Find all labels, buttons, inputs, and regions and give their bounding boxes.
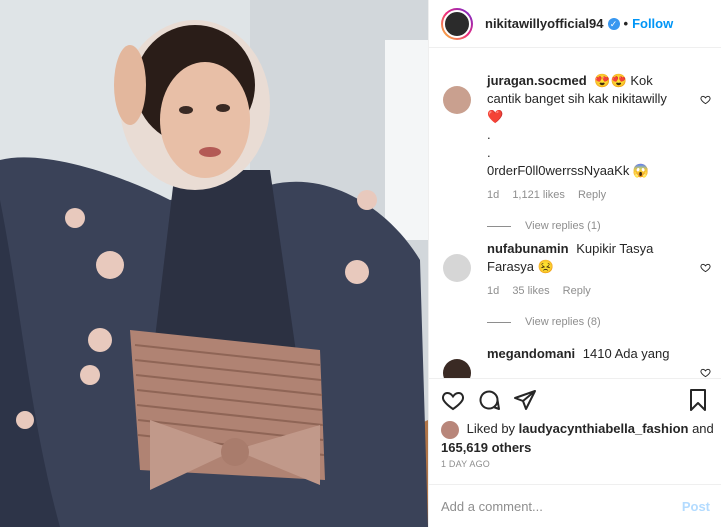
add-comment-bar: Add a comment... Post [429, 484, 721, 527]
comment-meta: 1d 35 likes Reply [487, 282, 687, 300]
share-paper-plane-icon[interactable] [513, 388, 537, 412]
post-actions [429, 378, 721, 420]
commenter-avatar[interactable] [443, 359, 471, 378]
like-comment-heart-icon[interactable] [700, 367, 711, 378]
comment-text-dot: . [487, 127, 491, 142]
comment-likes[interactable]: 35 likes [512, 285, 549, 297]
post-photo[interactable] [0, 0, 428, 527]
liked-by-user[interactable]: laudyacynthiabella_fashion [519, 421, 689, 436]
save-bookmark-icon[interactable] [686, 388, 710, 412]
comment-heart-emoji: ❤️ [487, 109, 504, 124]
view-replies-label: View replies (8) [525, 316, 601, 328]
post-comment-button[interactable]: Post [682, 499, 710, 514]
comment-meta: 1d 1,121 likes Reply [487, 186, 687, 204]
header-separator: • [623, 16, 629, 31]
comment-body: nufabunamin Kupikir Tasya Farasya 😣 1d 3… [487, 240, 687, 300]
liker-avatar[interactable] [441, 420, 459, 439]
comment-text: 1410 Ada yang [582, 346, 670, 361]
comment-item: nufabunamin Kupikir Tasya Farasya 😣 1d 3… [441, 240, 711, 328]
like-comment-heart-icon[interactable] [700, 262, 711, 273]
liked-by-connector: and [692, 421, 714, 436]
comment-bubble-icon[interactable] [477, 388, 501, 412]
comment-body: juragan.socmed 😍😍 Kok cantik banget sih … [487, 72, 687, 204]
like-heart-icon[interactable] [441, 388, 465, 412]
author-username[interactable]: nikitawillyofficial94 [485, 16, 604, 31]
portrait-photo [0, 0, 428, 527]
like-comment-heart-icon[interactable] [700, 94, 711, 105]
comment-text: 0rderF0ll0werrssNyaaKk 😱 [487, 163, 650, 178]
liked-by: Liked by laudyacynthiabella_fashion and … [441, 420, 716, 457]
verified-badge-icon: ✓ [607, 17, 620, 30]
post-header: nikitawillyofficial94 ✓ • Follow [429, 0, 721, 48]
liked-by-count[interactable]: 165,619 others [441, 440, 531, 455]
commenter-avatar[interactable] [443, 86, 471, 114]
comments-list[interactable]: juragan.socmed 😍😍 Kok cantik banget sih … [429, 60, 721, 378]
comment-username[interactable]: nufabunamin [487, 241, 569, 256]
post-side-panel: nikitawillyofficial94 ✓ • Follow juragan… [428, 0, 721, 527]
reply-button[interactable]: Reply [578, 189, 606, 201]
post-timestamp[interactable]: 1 DAY AGO [441, 459, 490, 469]
view-replies-button[interactable]: View replies (1) [487, 220, 711, 232]
view-replies-button[interactable]: View replies (8) [487, 316, 711, 328]
comment-username[interactable]: juragan.socmed [487, 73, 587, 88]
comment-time[interactable]: 1d [487, 189, 499, 201]
comment-text-dot: . [487, 145, 491, 160]
comment-item: megandomani 1410 Ada yang [441, 345, 711, 378]
follow-button[interactable]: Follow [632, 16, 673, 31]
commenter-avatar[interactable] [443, 254, 471, 282]
comment-time[interactable]: 1d [487, 285, 499, 297]
comment-username[interactable]: megandomani [487, 346, 575, 361]
comment-body: megandomani 1410 Ada yang [487, 345, 687, 363]
reply-button[interactable]: Reply [563, 285, 591, 297]
liked-by-prefix: Liked by [466, 421, 516, 436]
comment-input[interactable]: Add a comment... [441, 499, 682, 514]
comment-item: juragan.socmed 😍😍 Kok cantik banget sih … [441, 72, 711, 232]
author-avatar[interactable] [441, 7, 473, 40]
view-replies-label: View replies (1) [525, 220, 601, 232]
comment-likes[interactable]: 1,121 likes [512, 189, 565, 201]
